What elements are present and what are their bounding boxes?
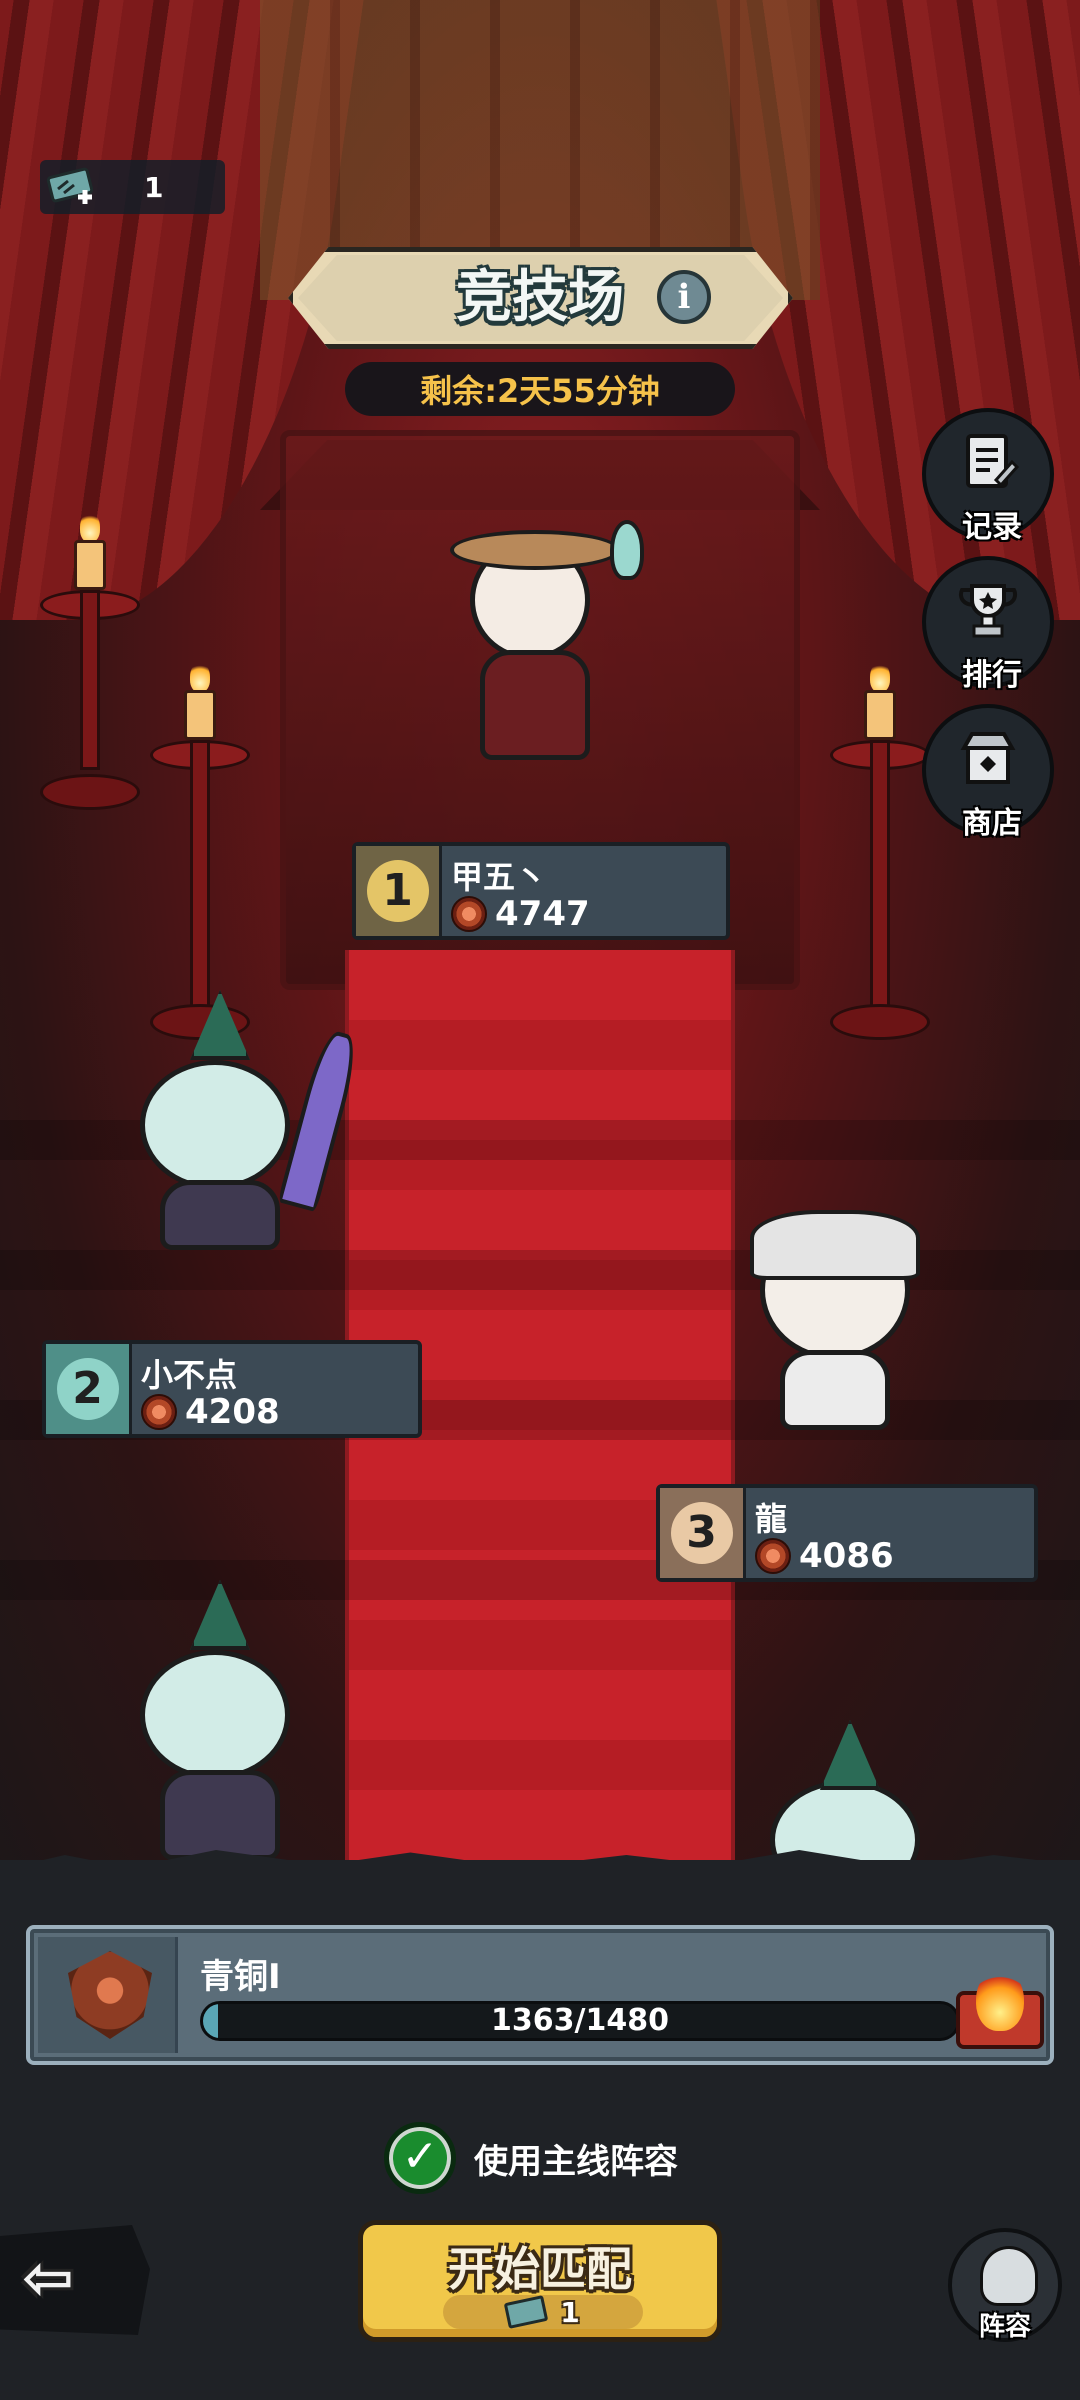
rank-progress-text: 1363/1480	[491, 2003, 669, 2038]
character-rank2[interactable]	[80, 990, 363, 1260]
ghost-icon	[980, 2246, 1038, 2306]
arena-coin-icon	[451, 896, 487, 932]
candle-stand-right	[820, 662, 940, 1040]
checkmark-icon[interactable]: ✓	[384, 2122, 456, 2194]
rank-card-2[interactable]: 2 小不点 4208	[42, 1340, 422, 1438]
rank-number: 1	[366, 860, 429, 922]
player-name: 龍	[755, 1500, 788, 1538]
character-rank3[interactable]	[700, 1160, 960, 1440]
player-score: 4747	[495, 894, 590, 934]
rank-number-badge: 2	[46, 1344, 132, 1434]
rank-number: 3	[670, 1502, 733, 1564]
shop-icon	[956, 726, 1020, 790]
ticket-add-icon	[44, 167, 104, 207]
remaining-time: 剩余:2天55分钟	[345, 362, 735, 416]
score-row: 4086	[755, 1536, 894, 1576]
lineup-label: 阵容	[978, 2312, 1031, 2342]
score-row: 4208	[141, 1392, 280, 1432]
back-arrow-icon: ⇦	[22, 2241, 74, 2314]
trophy-icon	[956, 578, 1020, 642]
ranking-label: 排行	[962, 658, 1022, 693]
use-main-lineup-label: 使用主线阵容	[474, 2141, 678, 2182]
arena-coin-icon	[755, 1538, 791, 1574]
start-match-button[interactable]: 开始匹配 1	[358, 2220, 722, 2342]
rank-number-badge: 3	[660, 1488, 746, 1578]
back-button[interactable]: ⇦	[0, 2225, 150, 2335]
player-name: 甲五丶	[451, 858, 548, 896]
character-extra-right	[720, 1720, 980, 1880]
rank-emblem	[38, 1937, 178, 2053]
page-title: 竞技场	[456, 265, 624, 330]
ticket-count: 1	[144, 170, 164, 204]
player-score: 4208	[185, 1392, 280, 1432]
ranking-button[interactable]: 排行	[922, 556, 1054, 693]
rank-card-1[interactable]: 1 甲五丶 4747	[352, 842, 730, 940]
record-button[interactable]: 记录	[922, 408, 1054, 545]
shop-label: 商店	[962, 806, 1022, 841]
lineup-button[interactable]: 阵容	[948, 2228, 1062, 2342]
character-extra-left	[80, 1580, 360, 1870]
rank-progress-bar: 1363/1480	[200, 2001, 960, 2041]
record-icon	[956, 430, 1020, 494]
candle-stand-far-left	[30, 512, 150, 810]
player-rank-panel: 青铜I 1363/1480	[26, 1925, 1054, 2065]
shop-button[interactable]: 商店	[922, 704, 1054, 841]
rank-tier: 青铜I	[200, 1957, 281, 1997]
player-score: 4086	[799, 1536, 894, 1576]
player-name: 小不点	[141, 1356, 238, 1394]
use-main-lineup-toggle[interactable]: ✓ 使用主线阵容	[384, 2118, 678, 2198]
rank-number: 2	[56, 1358, 119, 1420]
match-cost-value: 1	[560, 2295, 580, 2329]
rank-reward-chest[interactable]	[950, 1969, 1050, 2053]
score-row: 4747	[451, 894, 590, 934]
record-label: 记录	[962, 510, 1022, 545]
match-cost: 1	[443, 2295, 643, 2329]
candle-stand-left	[140, 662, 260, 1040]
info-icon[interactable]: i	[657, 270, 711, 324]
arena-coin-icon	[141, 1394, 177, 1430]
rank-card-3[interactable]: 3 龍 4086	[656, 1484, 1038, 1582]
ticket-counter[interactable]: 1	[40, 160, 225, 214]
remaining-time-text: 剩余:2天55分钟	[420, 372, 660, 410]
ticket-icon	[503, 2295, 549, 2329]
rank-number-badge: 1	[356, 846, 442, 936]
start-match-label: 开始匹配	[448, 2242, 632, 2296]
bronze-rank-icon	[68, 1951, 152, 2039]
character-rank1[interactable]	[420, 500, 660, 770]
fire-icon	[976, 1969, 1024, 2031]
